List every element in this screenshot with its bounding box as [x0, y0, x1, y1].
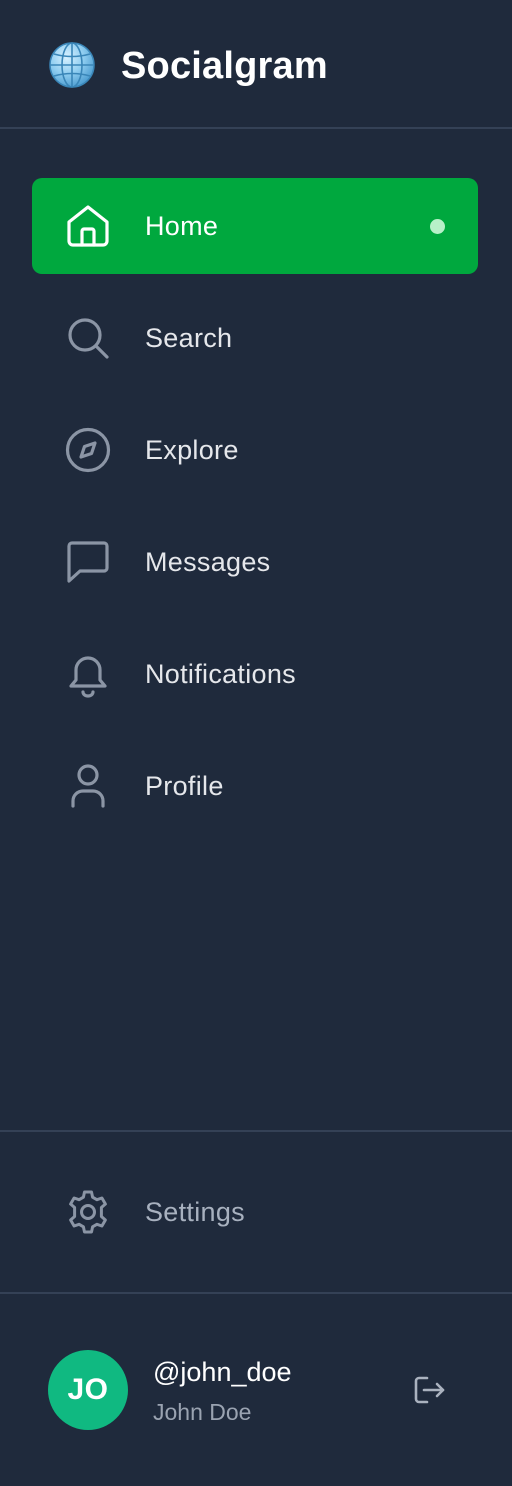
- nav-item-notifications[interactable]: Notifications: [32, 626, 478, 722]
- divider: [0, 1130, 512, 1132]
- active-indicator: [430, 219, 445, 234]
- nav-item-messages[interactable]: Messages: [32, 514, 478, 610]
- sidebar: Socialgram Home Search Explore Messages …: [0, 0, 512, 1486]
- nav-item-profile[interactable]: Profile: [32, 738, 478, 834]
- nav-item-explore[interactable]: Explore: [32, 402, 478, 498]
- settings-label: Settings: [145, 1197, 245, 1227]
- nav-item-search[interactable]: Search: [32, 290, 478, 386]
- sidebar-header: Socialgram: [0, 0, 512, 129]
- search-icon: [64, 314, 112, 362]
- settings-button[interactable]: Settings: [32, 1164, 478, 1260]
- compass-icon: [64, 426, 112, 474]
- home-icon: [64, 202, 112, 250]
- message-icon: [64, 538, 112, 586]
- bell-icon: [64, 650, 112, 698]
- user-panel: JO @john_doe John Doe: [0, 1294, 512, 1486]
- nav-item-home[interactable]: Home: [32, 178, 478, 274]
- nav-label-search: Search: [145, 323, 233, 353]
- logout-icon[interactable]: [410, 1374, 450, 1406]
- gear-icon: [64, 1188, 112, 1236]
- user-full-name: John Doe: [153, 1399, 252, 1425]
- nav-label-messages: Messages: [145, 547, 271, 577]
- user-icon: [64, 762, 112, 810]
- nav-label-home: Home: [145, 211, 219, 241]
- nav-label-notifications: Notifications: [145, 659, 296, 689]
- main-nav: Home Search Explore Messages Notificatio…: [32, 178, 478, 850]
- username: @john_doe: [153, 1357, 292, 1387]
- avatar[interactable]: JO: [48, 1350, 128, 1430]
- nav-label-explore: Explore: [145, 435, 239, 465]
- globe-icon: [48, 41, 96, 89]
- nav-label-profile: Profile: [145, 771, 224, 801]
- app-title: Socialgram: [121, 45, 328, 87]
